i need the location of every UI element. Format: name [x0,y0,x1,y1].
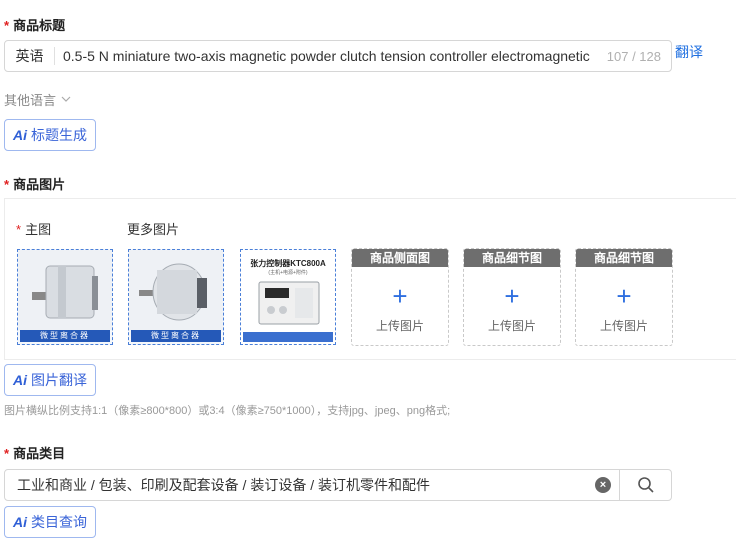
ai-image-translate-button[interactable]: Ai 图片翻译 [4,364,96,396]
slot-header: 商品细节图 [464,249,560,267]
translate-link[interactable]: 翻译 [675,42,703,62]
category-section-label: * 商品类目 [4,443,65,462]
category-label: 商品类目 [13,446,66,461]
plus-icon: + [616,281,632,311]
image-section-label: * 商品图片 [4,174,65,193]
language-prefix[interactable]: 英语 [5,47,55,65]
product-image-thumbnail[interactable]: 微型离合器 [17,249,113,345]
upload-text: 上传图片 [487,319,536,333]
other-languages-toggle[interactable]: 其他语言 [4,90,72,109]
other-languages-label: 其他语言 [4,93,57,108]
title-char-counter: 107 / 128 [606,48,661,64]
title-label: 商品标题 [13,18,66,33]
clutch-image [129,250,223,330]
title-section-label: * 商品标题 [4,15,65,34]
slot-header: 商品细节图 [576,249,672,267]
image-label: 商品图片 [13,177,66,192]
title-value[interactable]: 0.5-5 N miniature two-axis magnetic powd… [55,48,601,64]
plus-icon: + [392,281,408,311]
clear-icon[interactable]: × [595,477,611,493]
required-mark: * [4,18,10,33]
category-search-button[interactable] [619,470,671,500]
upload-side-image-slot[interactable]: 商品侧面图 + 上传图片 [351,248,449,346]
clutch-image [18,250,112,330]
ai-category-query-button[interactable]: Ai 类目查询 [4,506,96,538]
controller-image [258,281,320,325]
category-input[interactable]: 工业和商业 / 包装、印刷及配套设备 / 装订设备 / 装订机零件和配件 × [4,469,672,501]
product-image-thumbnail[interactable]: 张力控制器KTC800A (主机+电源+附件) [240,249,336,345]
required-mark: * [16,222,22,237]
ai-icon: Ai [13,514,27,530]
more-images-label: 更多图片 [127,222,180,237]
thumbnail-band [243,332,333,342]
thumbnail-band-text: 微型离合器 [131,330,221,342]
category-value[interactable]: 工业和商业 / 包装、印刷及配套设备 / 装订设备 / 装订机零件和配件 [5,475,595,495]
ai-icon: Ai [13,127,27,143]
thumbnail-subtitle-text: (主机+电源+附件) [268,270,308,276]
required-mark: * [4,446,10,461]
upload-detail-image-slot[interactable]: 商品细节图 + 上传图片 [463,248,561,346]
ai-title-generate-button[interactable]: Ai 标题生成 [4,119,96,151]
thumbnail-title-text: 张力控制器KTC800A [250,259,326,268]
slot-header: 商品侧面图 [352,249,448,267]
upload-text: 上传图片 [375,319,424,333]
image-format-hint: 图片横纵比例支持1:1（像素≥800*800）或3:4（像素≥750*1000）… [4,405,451,417]
main-image-label: * 主图 [16,222,52,237]
ai-category-query-label: 类目查询 [31,514,87,530]
chevron-down-icon [60,92,72,107]
plus-icon: + [504,281,520,311]
required-mark: * [4,177,10,192]
product-image-thumbnail[interactable]: 微型离合器 [128,249,224,345]
thumbnail-band-text: 微型离合器 [20,330,110,342]
ai-image-translate-label: 图片翻译 [31,372,87,388]
search-icon [637,477,654,493]
title-input[interactable]: 英语 0.5-5 N miniature two-axis magnetic p… [4,40,672,72]
ai-title-generate-label: 标题生成 [31,127,87,143]
ai-icon: Ai [13,372,27,388]
upload-detail-image-slot[interactable]: 商品细节图 + 上传图片 [575,248,673,346]
upload-text: 上传图片 [599,319,648,333]
